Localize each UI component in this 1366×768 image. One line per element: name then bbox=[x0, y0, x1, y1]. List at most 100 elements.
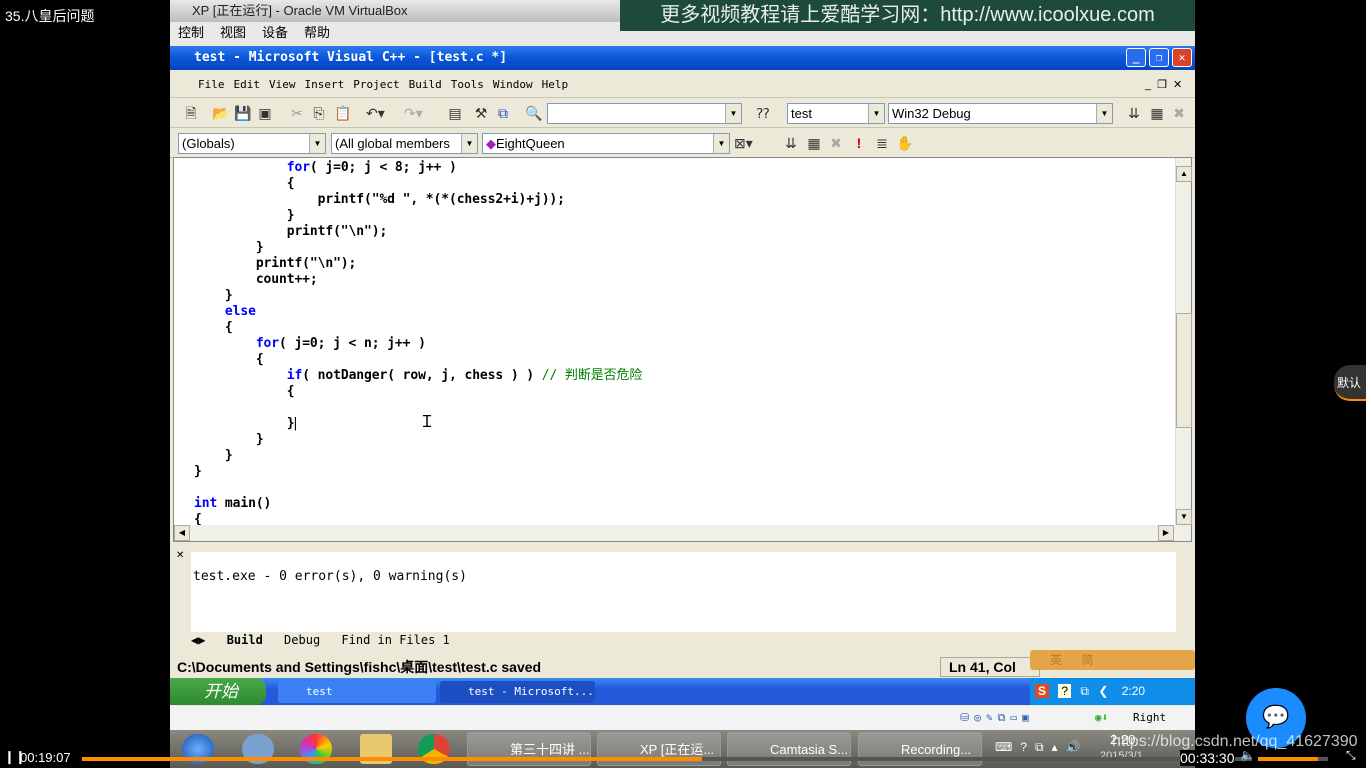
vbox-menu-view[interactable]: 视图 bbox=[220, 25, 246, 40]
taskbar-button-test[interactable]: test bbox=[278, 681, 436, 703]
build-icon[interactable]: ▦ bbox=[805, 134, 823, 152]
undo-icon[interactable]: ↶▾ bbox=[366, 104, 385, 122]
breakpoint-icon[interactable]: ✋ bbox=[896, 134, 914, 152]
close-button[interactable]: ✕ bbox=[1172, 48, 1192, 67]
start-button[interactable]: 开始 bbox=[170, 678, 266, 705]
device-icons[interactable]: ⛁◎✎⧉▭▣ bbox=[960, 706, 1034, 730]
redo-icon[interactable]: ↷▾ bbox=[404, 104, 423, 122]
stop-build-icon[interactable]: ✖ bbox=[827, 134, 845, 152]
menu-window[interactable]: Window bbox=[493, 78, 533, 91]
go-icon[interactable]: ≣ bbox=[873, 134, 891, 152]
vertical-scrollbar[interactable]: ▲ ▼ bbox=[1175, 158, 1192, 525]
code-line: } bbox=[194, 240, 642, 256]
chevron-down-icon[interactable]: ▼ bbox=[868, 104, 884, 123]
code-token: count++; bbox=[194, 272, 318, 287]
minimize-button[interactable]: _ bbox=[1126, 48, 1146, 67]
windows-icon[interactable]: ⧉ bbox=[494, 104, 512, 122]
maximize-button[interactable]: ❐ bbox=[1149, 48, 1169, 67]
find-in-files-icon[interactable]: 🔍 bbox=[525, 104, 543, 122]
menu-project[interactable]: Project bbox=[353, 78, 399, 91]
project-combo[interactable]: test ▼ bbox=[787, 103, 885, 124]
code-token: for bbox=[255, 336, 280, 351]
volume-slider[interactable] bbox=[1258, 757, 1328, 761]
scroll-down-arrow[interactable]: ▼ bbox=[1176, 509, 1192, 525]
workspace-icon[interactable]: ▤ bbox=[446, 104, 464, 122]
code-text[interactable]: for( j=0; j < 8; j++ ) { printf("%d ", *… bbox=[194, 160, 642, 528]
horizontal-scrollbar[interactable]: ◀ ▶ bbox=[174, 525, 1191, 541]
code-token: else bbox=[224, 304, 256, 319]
code-token: // 判断是否危险 bbox=[541, 368, 643, 383]
chevron-down-icon[interactable]: ▼ bbox=[309, 134, 325, 153]
code-line: printf("\n"); bbox=[194, 256, 642, 272]
vbox-menu-control[interactable]: 控制 bbox=[178, 25, 204, 40]
vbox-menu-help[interactable]: 帮助 bbox=[304, 25, 330, 40]
menu-help[interactable]: Help bbox=[542, 78, 569, 91]
code-line: count++; bbox=[194, 272, 642, 288]
code-line: { bbox=[194, 352, 642, 368]
scroll-right-arrow[interactable]: ▶ bbox=[1158, 525, 1174, 541]
code-line: if( notDanger( row, j, chess ) ) // 判断是否… bbox=[194, 368, 643, 384]
quality-button[interactable]: 默认 bbox=[1334, 365, 1366, 401]
wizard-action-icon[interactable]: ⊠▾ bbox=[734, 134, 753, 152]
build-icon[interactable]: ▦ bbox=[1148, 104, 1166, 122]
find-combo[interactable]: ▼ bbox=[547, 103, 742, 124]
elapsed-time: 00:19:07 bbox=[20, 750, 71, 765]
expand-tray-icon[interactable]: ❮ bbox=[1098, 684, 1108, 698]
tab-find-in-files[interactable]: Find in Files 1 bbox=[341, 633, 449, 647]
output-icon[interactable]: ⚒ bbox=[472, 104, 490, 122]
menu-insert[interactable]: Insert bbox=[305, 78, 345, 91]
config-combo[interactable]: Win32 Debug ▼ bbox=[888, 103, 1113, 124]
code-editor[interactable]: for( j=0; j < 8; j++ ) { printf("%d ", *… bbox=[173, 157, 1192, 542]
tab-debug[interactable]: Debug bbox=[284, 633, 320, 647]
function-combo[interactable]: ◆EightQueen ▼ bbox=[482, 133, 730, 154]
help-icon[interactable]: ? bbox=[1058, 684, 1072, 698]
cut-icon[interactable]: ✂ bbox=[288, 104, 306, 122]
code-token: printf("%d ", *(*(chess2+i)+j)); bbox=[194, 192, 565, 207]
menu-build[interactable]: Build bbox=[409, 78, 442, 91]
ime-toolbar[interactable]: 英 简 bbox=[1030, 650, 1195, 670]
find-icon[interactable]: ⁇ bbox=[754, 104, 772, 122]
scroll-left-arrow[interactable]: ◀ bbox=[174, 525, 190, 541]
new-file-icon[interactable]: 🗎 bbox=[182, 104, 200, 122]
chevron-down-icon[interactable]: ▼ bbox=[713, 134, 729, 153]
members-combo[interactable]: (All global members ▼ bbox=[331, 133, 478, 154]
code-line: int main() bbox=[194, 496, 642, 512]
mouse-integration-icon[interactable]: ◉⬇ bbox=[1095, 706, 1108, 730]
copy-icon[interactable]: ⎘ bbox=[310, 104, 328, 122]
paste-icon[interactable]: 📋 bbox=[334, 104, 352, 122]
tab-build[interactable]: Build bbox=[227, 633, 263, 647]
save-icon[interactable]: 💾 bbox=[234, 104, 252, 122]
sogou-icon[interactable]: S bbox=[1035, 684, 1050, 698]
tab-nav-icon[interactable]: ◀▶ bbox=[191, 633, 205, 647]
video-player-controls: ❙❙ 00:19:07 https://blog.csdn.net/qq_416… bbox=[0, 733, 1366, 768]
chevron-down-icon[interactable]: ▼ bbox=[725, 104, 741, 123]
progress-bar[interactable] bbox=[82, 757, 1252, 761]
code-token: ( j=0; j < n; j++ ) bbox=[279, 336, 426, 351]
chevron-down-icon[interactable]: ▼ bbox=[1096, 104, 1112, 123]
menu-file[interactable]: File bbox=[198, 78, 225, 91]
compile-icon[interactable]: ⇊ bbox=[782, 134, 800, 152]
open-icon[interactable]: 📂 bbox=[212, 104, 230, 122]
save-all-icon[interactable]: ▣ bbox=[256, 104, 274, 122]
close-pane-icon[interactable]: ✕ bbox=[176, 550, 184, 561]
execute-icon[interactable]: ! bbox=[850, 134, 868, 152]
vc-title: test - Microsoft Visual C++ - [test.c *] bbox=[194, 50, 508, 65]
menu-edit[interactable]: Edit bbox=[234, 78, 261, 91]
stop-build-icon[interactable]: ✖ bbox=[1170, 104, 1188, 122]
exit-fullscreen-icon[interactable]: ⤡ bbox=[1346, 748, 1356, 763]
code-token: } bbox=[194, 432, 264, 447]
scope-combo[interactable]: (Globals) ▼ bbox=[178, 133, 326, 154]
scroll-thumb[interactable] bbox=[1176, 313, 1192, 428]
taskbar-button-vc[interactable]: test - Microsoft... bbox=[440, 681, 595, 703]
menu-tools[interactable]: Tools bbox=[451, 78, 484, 91]
code-token: for bbox=[286, 160, 310, 175]
compile-icon[interactable]: ⇊ bbox=[1125, 104, 1143, 122]
mdi-controls[interactable]: _❐✕ bbox=[1145, 72, 1188, 98]
network-icon[interactable]: ⧉ bbox=[1080, 684, 1089, 698]
output-pane: ✕ test.exe - 0 error(s), 0 warning(s) ◀▶… bbox=[173, 548, 1192, 650]
scroll-up-arrow[interactable]: ▲ bbox=[1176, 166, 1192, 182]
menu-view[interactable]: View bbox=[269, 78, 296, 91]
vbox-menu-devices[interactable]: 设备 bbox=[262, 25, 288, 40]
volume-icon[interactable]: 🔈 bbox=[1240, 748, 1255, 762]
chevron-down-icon[interactable]: ▼ bbox=[461, 134, 477, 153]
